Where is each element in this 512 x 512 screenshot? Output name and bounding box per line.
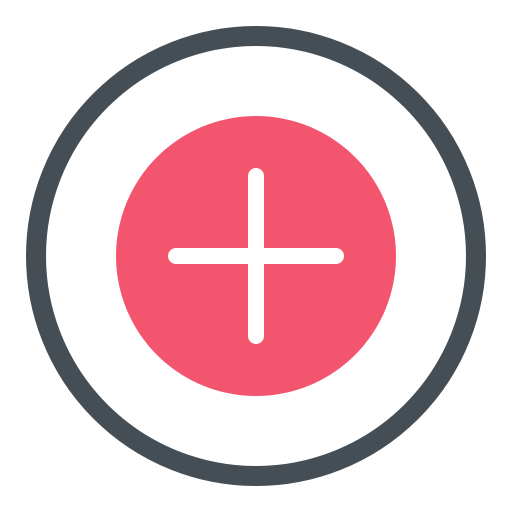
add-circle-icon[interactable] (0, 0, 512, 512)
icon-canvas (0, 0, 512, 512)
